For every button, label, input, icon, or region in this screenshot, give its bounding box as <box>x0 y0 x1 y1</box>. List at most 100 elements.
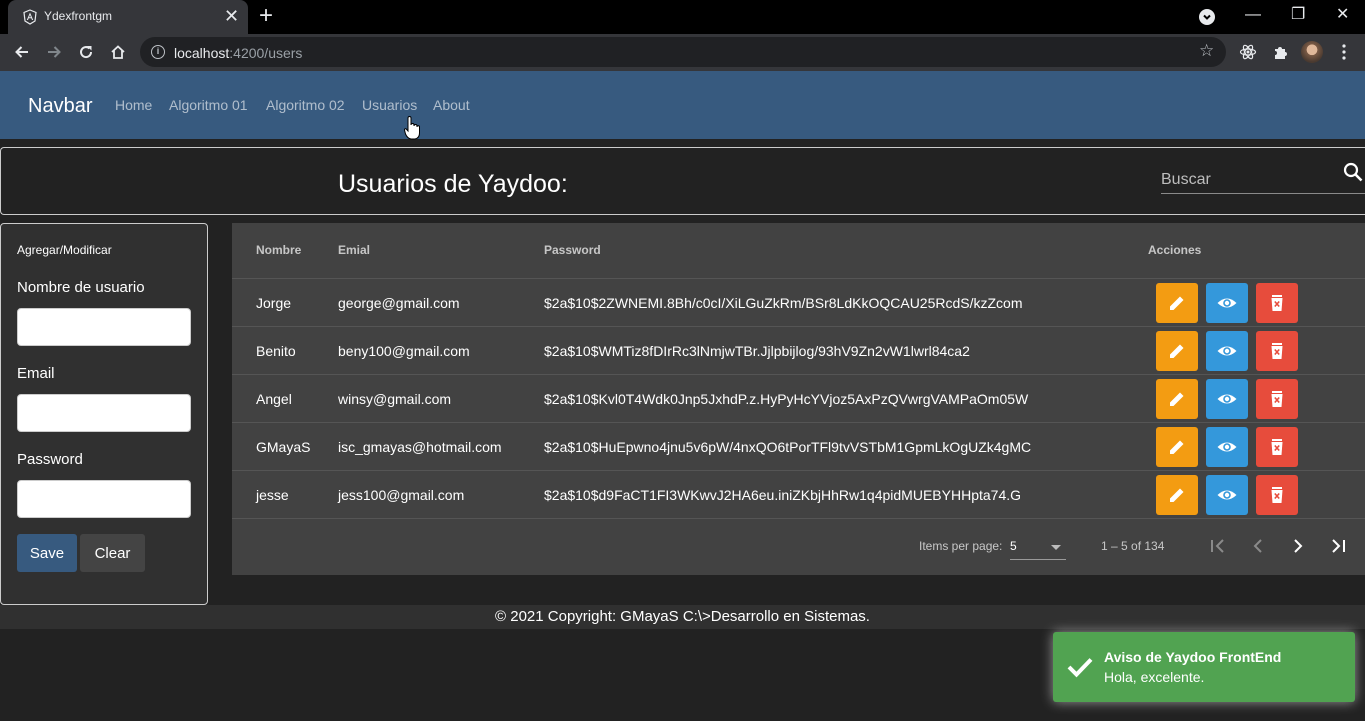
hand-cursor-icon <box>404 116 420 140</box>
cell-password: $2a$10$Kvl0T4Wdk0Jnp5JxhdP.z.HyPyHcYVjoz… <box>544 391 1029 407</box>
cell-nombre: Angel <box>256 391 292 407</box>
new-tab-icon[interactable]: + <box>259 3 273 29</box>
browser-menu-icon[interactable] <box>1342 44 1346 60</box>
column-header-password[interactable]: Password <box>544 243 601 257</box>
email-label: Email <box>17 365 55 382</box>
paginator: Items per page: 5 1 – 5 of 134 <box>232 519 1365 575</box>
site-info-icon[interactable]: i <box>151 45 165 59</box>
cell-email: jess100@gmail.com <box>338 487 465 503</box>
edit-button[interactable] <box>1156 331 1198 371</box>
toast-notification[interactable]: Aviso de Yaydoo FrontEnd Hola, excelente… <box>1053 632 1355 702</box>
page-header-panel: Usuarios de Yaydoo: <box>0 147 1365 215</box>
page-title: Usuarios de Yaydoo: <box>338 170 568 198</box>
pencil-icon <box>1170 344 1184 358</box>
window-close-icon[interactable]: ✕ <box>1336 4 1349 26</box>
restore-icon[interactable]: ❐ <box>1291 4 1305 26</box>
first-page-button[interactable] <box>1205 533 1231 559</box>
table-row: GMayaS isc_gmayas@hotmail.com $2a$10$HuE… <box>232 423 1365 471</box>
eye-icon <box>1217 394 1237 404</box>
view-button[interactable] <box>1206 331 1248 371</box>
reload-icon[interactable] <box>74 40 98 64</box>
column-header-acciones: Acciones <box>1148 243 1202 257</box>
nav-link-usuarios[interactable]: Usuarios <box>362 97 417 113</box>
pencil-icon <box>1170 440 1184 454</box>
home-icon[interactable] <box>106 40 130 64</box>
browser-tab[interactable]: Ydexfrontgm ✕ <box>8 0 248 34</box>
tab-close-icon[interactable]: ✕ <box>224 5 239 27</box>
address-bar[interactable]: i localhost:4200/users ☆ <box>140 37 1226 67</box>
back-icon[interactable] <box>10 40 34 64</box>
angular-icon <box>23 9 37 25</box>
tab-search-icon[interactable] <box>1199 9 1215 25</box>
delete-button[interactable] <box>1256 331 1298 371</box>
users-table: Nombre Emial Password Acciones Jorge geo… <box>232 223 1365 575</box>
chevron-down-icon <box>1051 545 1061 550</box>
nav-link-algoritmo-01[interactable]: Algoritmo 01 <box>169 97 248 113</box>
trash-icon <box>1271 439 1283 455</box>
next-page-button[interactable] <box>1285 533 1311 559</box>
delete-button[interactable] <box>1256 427 1298 467</box>
url-text: localhost:4200/users <box>174 45 303 61</box>
chevron-left-icon <box>1253 539 1262 553</box>
cell-password: $2a$10$d9FaCT1FI3WKwvJ2HA6eu.iniZKbjHhRw… <box>544 487 1022 503</box>
edit-button[interactable] <box>1156 283 1198 323</box>
items-per-page-select[interactable]: 5 <box>1010 534 1066 560</box>
react-devtools-icon[interactable] <box>1236 40 1260 64</box>
delete-button[interactable] <box>1256 379 1298 419</box>
delete-button[interactable] <box>1256 283 1298 323</box>
cell-password: $2a$10$WMTiz8fDIrRc3lNmjwTBr.Jjlpbijlog/… <box>544 343 970 359</box>
edit-button[interactable] <box>1156 427 1198 467</box>
nav-link-home[interactable]: Home <box>115 97 152 113</box>
user-form-card: Agregar/Modificar Nombre de usuario Emai… <box>0 223 208 605</box>
view-button[interactable] <box>1206 427 1248 467</box>
navbar-brand[interactable]: Navbar <box>28 95 92 118</box>
pencil-icon <box>1170 488 1184 502</box>
trash-icon <box>1271 391 1283 407</box>
column-header-nombre[interactable]: Nombre <box>256 243 301 257</box>
cell-password: $2a$10$HuEpwno4jnu5v6pW/4nxQO6tPorTFl9tv… <box>544 439 1032 455</box>
clear-button[interactable]: Clear <box>80 534 145 572</box>
username-input[interactable] <box>17 308 191 346</box>
table-row: Angel winsy@gmail.com $2a$10$Kvl0T4Wdk0J… <box>232 375 1365 423</box>
save-button[interactable]: Save <box>17 534 77 572</box>
email-input[interactable] <box>17 394 191 432</box>
nav-link-about[interactable]: About <box>433 97 470 113</box>
footer-text: © 2021 Copyright: GMayaS C:\>Desarrollo … <box>495 608 870 625</box>
column-header-email[interactable]: Emial <box>338 243 370 257</box>
previous-page-button[interactable] <box>1245 533 1271 559</box>
cell-password: $2a$10$2ZWNEMI.8Bh/c0cI/XiLGuZkRm/BSr8Ld… <box>544 295 1023 311</box>
tab-title: Ydexfrontgm <box>44 9 113 23</box>
edit-button[interactable] <box>1156 475 1198 515</box>
trash-icon <box>1271 295 1283 311</box>
browser-toolbar: i localhost:4200/users ☆ <box>0 34 1365 71</box>
pencil-icon <box>1170 296 1184 310</box>
browser-tab-bar: Ydexfrontgm ✕ + — ❐ ✕ <box>0 0 1365 34</box>
table-row: jesse jess100@gmail.com $2a$10$d9FaCT1FI… <box>232 471 1365 519</box>
password-input[interactable] <box>17 480 191 518</box>
minimize-icon[interactable]: — <box>1245 4 1261 26</box>
view-button[interactable] <box>1206 379 1248 419</box>
eye-icon <box>1217 442 1237 452</box>
table-row: Jorge george@gmail.com $2a$10$2ZWNEMI.8B… <box>232 279 1365 327</box>
delete-button[interactable] <box>1256 475 1298 515</box>
eye-icon <box>1217 490 1237 500</box>
profile-avatar[interactable] <box>1301 41 1323 63</box>
view-button[interactable] <box>1206 283 1248 323</box>
username-label: Nombre de usuario <box>17 279 145 296</box>
eye-icon <box>1217 298 1237 308</box>
search-icon[interactable] <box>1342 161 1364 183</box>
cell-email: isc_gmayas@hotmail.com <box>338 439 502 455</box>
forward-icon[interactable] <box>42 40 66 64</box>
view-button[interactable] <box>1206 475 1248 515</box>
search-input[interactable] <box>1161 166 1365 194</box>
edit-button[interactable] <box>1156 379 1198 419</box>
nav-link-algoritmo-02[interactable]: Algoritmo 02 <box>266 97 345 113</box>
table-row: Benito beny100@gmail.com $2a$10$WMTiz8fD… <box>232 327 1365 375</box>
cell-nombre: Jorge <box>256 295 292 311</box>
bookmark-star-icon[interactable]: ☆ <box>1199 41 1214 61</box>
cell-email: george@gmail.com <box>338 295 460 311</box>
extensions-icon[interactable] <box>1268 40 1292 64</box>
last-page-button[interactable] <box>1325 533 1351 559</box>
eye-icon <box>1217 346 1237 356</box>
chevron-right-icon <box>1294 539 1303 553</box>
